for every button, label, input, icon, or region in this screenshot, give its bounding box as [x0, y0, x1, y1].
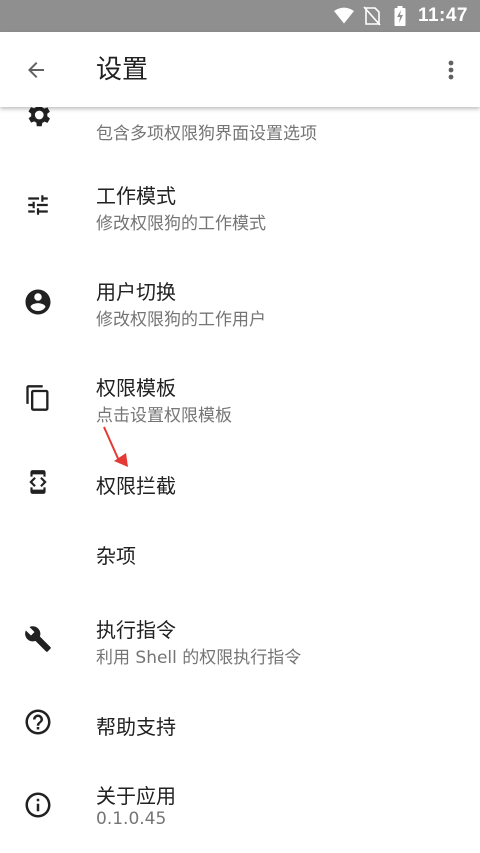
help-icon	[20, 704, 56, 740]
list-item-work-mode[interactable]: 工作模式 修改权限狗的工作模式	[0, 157, 480, 253]
settings-gear-icon	[20, 107, 56, 133]
page-title: 设置	[96, 55, 149, 85]
more-options-button[interactable]	[436, 52, 466, 88]
list-item-subtitle: 包含多项权限狗界面设置选项	[96, 124, 317, 144]
list-item-title: 工作模式	[96, 184, 176, 208]
list-item-help-support[interactable]: 帮助支持	[0, 687, 480, 757]
developer-mode-icon	[20, 464, 56, 500]
info-icon	[20, 787, 56, 823]
status-bar: 11:47	[0, 0, 480, 32]
list-item-about[interactable]: 关于应用 0.1.0.45	[0, 757, 480, 853]
annotation-arrow-icon	[103, 426, 128, 467]
list-item-subtitle: 利用 Shell 的权限执行指令	[96, 648, 302, 668]
list-item-subtitle: 修改权限狗的工作模式	[96, 214, 266, 234]
list-item-subtitle: 0.1.0.45	[96, 809, 167, 829]
list-item-permission-template[interactable]: 权限模板 点击设置权限模板	[0, 349, 480, 445]
list-item-title: 用户切换	[96, 280, 176, 304]
back-button[interactable]	[18, 52, 54, 88]
list-item-title: 权限模板	[96, 376, 176, 400]
wifi-icon	[333, 6, 354, 26]
list-item-permission-intercept[interactable]: 权限拦截	[0, 445, 480, 521]
list-item-title: 执行指令	[96, 618, 176, 642]
copy-icon	[20, 380, 56, 416]
list-item-title: 帮助支持	[96, 715, 176, 739]
list-item-interface[interactable]: 包含多项权限狗界面设置选项	[0, 107, 480, 147]
battery-charging-icon	[390, 6, 410, 26]
category-misc: 杂项	[0, 521, 480, 581]
arrow-back-icon	[28, 62, 44, 78]
tune-icon	[20, 187, 56, 223]
list-item-execute-command[interactable]: 执行指令 利用 Shell 的权限执行指令	[0, 591, 480, 687]
wrench-icon	[20, 621, 56, 657]
settings-list: 包含多项权限狗界面设置选项 工作模式 修改权限狗的工作模式 用户切换 修改权限狗…	[0, 107, 480, 853]
list-item-subtitle: 修改权限狗的工作用户	[96, 310, 266, 330]
app-bar: 设置	[0, 32, 480, 107]
category-title: 杂项	[96, 544, 136, 568]
no-sim-icon	[362, 6, 382, 26]
list-item-user-switch[interactable]: 用户切换 修改权限狗的工作用户	[0, 253, 480, 349]
list-item-title: 关于应用	[96, 784, 176, 808]
account-circle-icon	[20, 284, 56, 320]
more-vert-icon	[448, 60, 454, 80]
status-time: 11:47	[417, 5, 468, 26]
